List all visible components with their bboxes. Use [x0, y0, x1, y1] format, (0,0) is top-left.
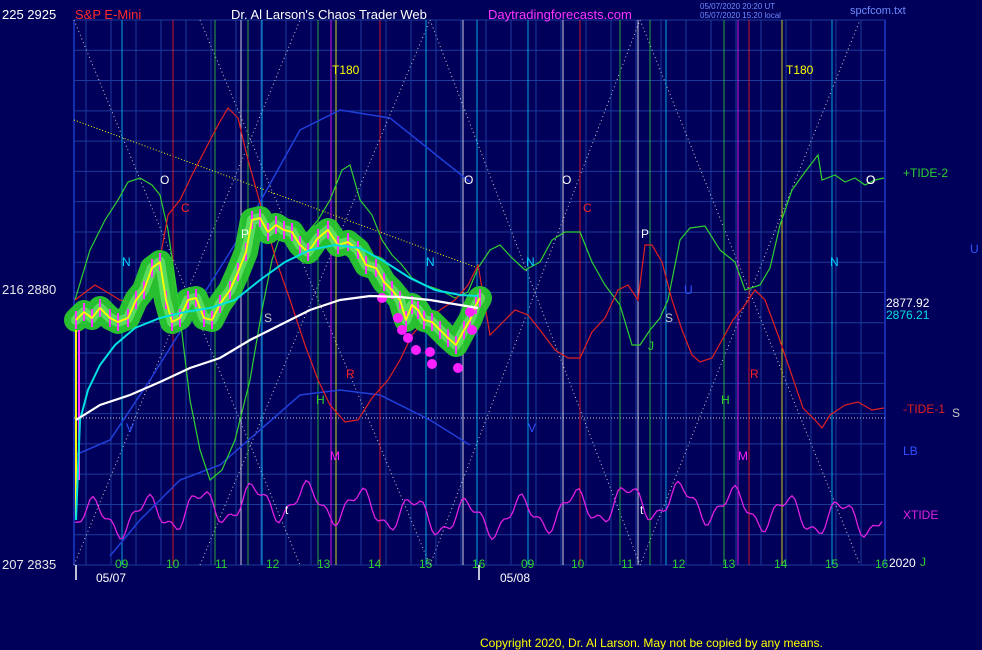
chart-marker-letter: S: [264, 311, 272, 325]
series-tide1: [74, 107, 885, 430]
x-tick-label: 10: [571, 557, 585, 571]
chart-marker-letter: J: [648, 339, 654, 353]
date-label: 05/07: [96, 571, 126, 585]
price-marker-dot: [397, 325, 407, 335]
chart-marker-letter: P: [641, 227, 649, 241]
chart-marker-letter: M: [330, 449, 340, 463]
u-marker-right: U: [970, 242, 979, 256]
chart-marker-letter: N: [122, 255, 131, 269]
chart-marker-letter: O: [464, 173, 473, 187]
chart-marker-letter: V: [126, 421, 134, 435]
date-label: 05/08: [500, 571, 530, 585]
year-label: 2020: [889, 556, 916, 570]
x-tick-label: 10: [166, 557, 180, 571]
chart-marker-letter: J: [920, 555, 926, 569]
chart-marker-letter: H: [316, 393, 325, 407]
chart-marker-letter: N: [426, 255, 435, 269]
x-tick-label: 11: [215, 557, 228, 571]
chart-marker-letter: P: [241, 227, 249, 241]
price-ema-label: 2876.21: [886, 308, 930, 322]
chart-marker-letter: M: [738, 449, 748, 463]
price-marker-dot: [411, 345, 421, 355]
x-tick-label: 15: [419, 557, 433, 571]
price-top-label: 225 2925: [2, 7, 57, 22]
tide2-label: +TIDE-2: [903, 166, 949, 180]
chart-marker-letter: N: [526, 255, 535, 269]
t180-marker: T180: [332, 63, 360, 77]
price-bottom-label: 207 2835: [2, 557, 57, 572]
x-tick-label: 14: [368, 557, 382, 571]
timestamp-local: 05/07/2020 15:20 local: [700, 11, 781, 20]
price-marker-dot: [467, 325, 477, 335]
chart-marker-letter: R: [346, 367, 355, 381]
chart-title: Dr. Al Larson's Chaos Trader Web: [231, 7, 427, 22]
price-marker-dot: [427, 359, 437, 369]
chart-marker-letter: C: [181, 201, 190, 215]
chart-canvas: 09 10 11 12 13 14 15 16 09 10 11 12 13 14 15 1605/07 05/…: [64, 19, 926, 585]
trend-line: [73, 119, 479, 269]
site-link[interactable]: Daytradingforecasts.com: [488, 7, 632, 22]
x-tick-label: 12: [266, 557, 280, 571]
chart-marker-letter: U: [684, 283, 693, 297]
x-tick-label: 12: [672, 557, 686, 571]
filename-label: spcfcom.txt: [850, 5, 906, 17]
x-tick-label: 13: [722, 557, 736, 571]
price-mid-label: 216 2880: [2, 282, 57, 297]
copyright: Copyright 2020, Dr. Al Larson. May not b…: [480, 636, 823, 650]
chart-marker-letter: t: [640, 503, 644, 517]
chart-marker-letter: R: [750, 367, 759, 381]
price-marker-dot: [425, 347, 435, 357]
chart-marker-letter: N: [830, 255, 839, 269]
timestamp-ut: 05/07/2020 20:20 UT: [700, 2, 776, 11]
chart-marker-letter: C: [583, 201, 592, 215]
chart-marker-letter: O: [866, 173, 875, 187]
x-tick-label: 15: [825, 557, 839, 571]
x-tick-label: 14: [774, 557, 788, 571]
x-tick-label: 13: [317, 557, 331, 571]
series-lb-lower: [109, 389, 471, 557]
price-marker-dot: [453, 363, 463, 373]
symbol-label: S&P E-Mini: [75, 7, 142, 22]
price-marker-dot: [393, 313, 403, 323]
lb-label: LB: [903, 444, 918, 458]
chart-marker-letter: O: [562, 173, 571, 187]
x-tick-label: 16: [875, 557, 889, 571]
chart-marker-letter: S: [665, 311, 673, 325]
chart-marker-letter: H: [721, 393, 730, 407]
t180-marker: T180: [786, 63, 814, 77]
x-tick-label: 09: [521, 557, 535, 571]
x-tick-label: 11: [621, 557, 634, 571]
x-tick-label: 09: [115, 557, 129, 571]
chart-marker-letter: O: [160, 173, 169, 187]
chart-marker-letter: V: [528, 421, 536, 435]
price-marker-dot: [465, 307, 475, 317]
s-marker-right: S: [952, 406, 961, 420]
price-marker-dot: [377, 293, 387, 303]
tide1-label: -TIDE-1: [903, 402, 945, 416]
price-marker-dot: [403, 333, 413, 343]
xtide-label: XTIDE: [903, 508, 939, 522]
